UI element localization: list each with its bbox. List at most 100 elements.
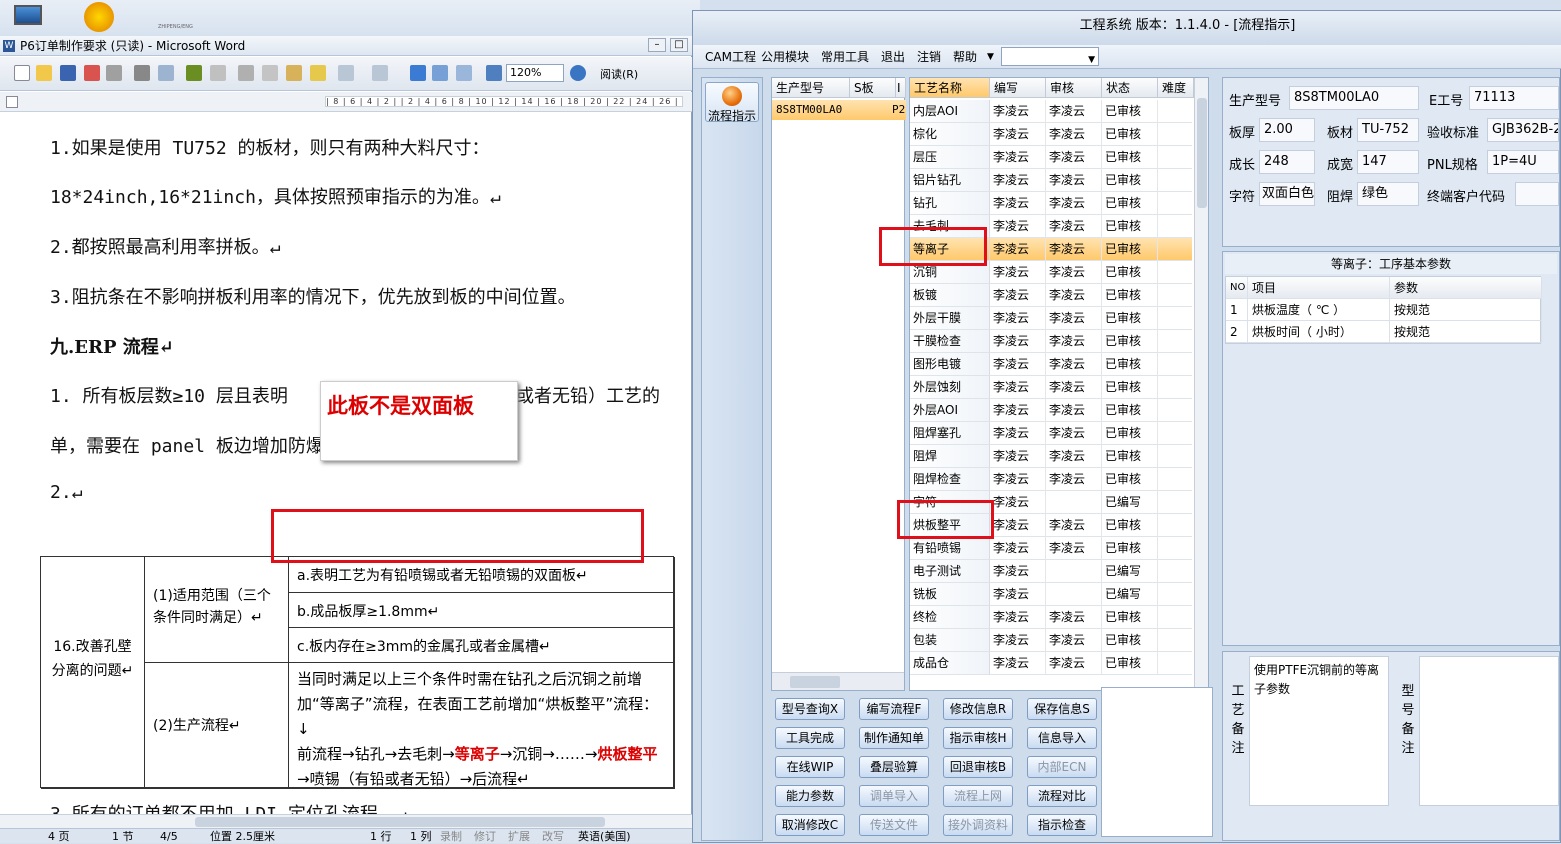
tab-selector[interactable] [6,96,18,108]
open-folder-icon[interactable] [36,65,52,81]
param-col-no[interactable]: NO [1226,277,1248,299]
process-row[interactable]: 外层蚀刻 李凌云 李凌云 已审核 [910,376,1192,399]
field-material[interactable]: TU-752 [1357,118,1419,142]
menu-tools[interactable]: 常用工具 [821,45,869,69]
action-button[interactable]: 保存信息S [1027,698,1097,720]
action-button[interactable]: 工具完成 [775,727,845,749]
scroll-thumb[interactable] [195,817,605,827]
action-button[interactable]: 制作通知单 [859,727,929,749]
insert-table-icon[interactable] [456,65,472,81]
print-icon[interactable] [134,65,150,81]
process-row[interactable]: 板镀 李凌云 李凌云 已审核 [910,284,1192,307]
new-doc-icon[interactable] [14,65,30,81]
action-button[interactable]: 传送文件 [859,814,929,836]
action-button[interactable]: 接外调资料 [943,814,1013,836]
process-row[interactable]: 阻焊塞孔 李凌云 李凌云 已审核 [910,422,1192,445]
field-e-number[interactable]: 71113 [1469,86,1559,110]
col-header-difficulty[interactable]: 难度 [1158,78,1194,98]
minimize-button[interactable]: – [648,38,666,52]
action-button[interactable]: 编写流程F [859,698,929,720]
col-header-writer[interactable]: 编写 [990,78,1046,98]
format-painter-icon[interactable] [310,65,326,81]
product-row[interactable]: 8S8TM00LA0 P2 [772,100,906,120]
scroll-thumb[interactable] [1197,98,1207,208]
menu-help[interactable]: 帮助 [953,45,977,69]
action-button[interactable]: 流程上网 [943,785,1013,807]
permission-icon[interactable] [84,65,100,81]
cut-icon[interactable] [238,65,254,81]
ruler-scale[interactable]: | 8 | 6 | 4 | 2 | | 2 | 4 | 6 | 8 | 10 |… [325,96,683,107]
save-icon[interactable] [60,65,76,81]
process-row[interactable]: 干膜检查 李凌云 李凌云 已审核 [910,330,1192,353]
menu-combo-select[interactable]: ▼ [1001,47,1099,66]
status-extend[interactable]: 扩展 [508,829,530,844]
action-button[interactable]: 在线WIP [775,756,845,778]
chevron-down-icon[interactable]: ▼ [1088,48,1095,72]
status-track[interactable]: 修订 [474,829,496,844]
copy-icon[interactable] [262,65,278,81]
zoom-select[interactable]: 120% [506,64,564,82]
process-row[interactable]: 阻焊 李凌云 李凌云 已审核 [910,445,1192,468]
action-button[interactable]: 指示检查 [1027,814,1097,836]
action-button[interactable]: 流程对比 [1027,785,1097,807]
param-col-item[interactable]: 项目 [1248,277,1390,299]
action-button[interactable]: 内部ECN [1027,756,1097,778]
flow-instruction-button[interactable]: 流程指示 [705,82,759,123]
document-map-icon[interactable] [486,65,502,81]
computer-icon[interactable] [8,2,48,32]
process-row[interactable]: 钻孔 李凌云 李凌云 已审核 [910,192,1192,215]
process-row[interactable]: 终检 李凌云 李凌云 已审核 [910,606,1192,629]
col-header-process[interactable]: 工艺名称 [910,78,990,98]
process-row[interactable]: 棕化 李凌云 李凌云 已审核 [910,123,1192,146]
field-legend[interactable]: 双面白色 [1259,182,1315,206]
process-row[interactable]: 外层AOI 李凌云 李凌云 已审核 [910,399,1192,422]
paste-icon[interactable] [286,65,302,81]
param-row[interactable]: 1 烘板温度（ ℃ ） 按规范 [1226,299,1542,321]
col-header-reviewer[interactable]: 审核 [1046,78,1102,98]
process-row[interactable]: 图形电镀 李凌云 李凌云 已审核 [910,353,1192,376]
col-header-s[interactable]: S板 [850,78,896,98]
action-button[interactable]: 能力参数 [775,785,845,807]
process-row[interactable]: 阻焊检查 李凌云 李凌云 已审核 [910,468,1192,491]
field-solder-mask[interactable]: 绿色 [1357,182,1419,206]
print-preview-icon[interactable] [158,65,174,81]
document-body[interactable]: 1.如果是使用 TU752 的板材，则只有两种大料尺寸： 18*24inch,1… [10,114,690,814]
field-pnl[interactable]: 1P=4U [1487,150,1559,174]
hyperlink-icon[interactable] [410,65,426,81]
undo-icon[interactable] [338,65,354,81]
action-button[interactable]: 型号查询X [775,698,845,720]
status-overtype[interactable]: 改写 [542,829,564,844]
research-icon[interactable] [210,65,226,81]
param-row[interactable]: 2 烘板时间（ 小时） 按规范 [1226,321,1542,343]
process-row[interactable]: 有铅喷锡 李凌云 李凌云 已审核 [910,537,1192,560]
process-row[interactable]: 外层干膜 李凌云 李凌云 已审核 [910,307,1192,330]
help-icon[interactable] [570,65,586,81]
spelling-icon[interactable] [186,65,202,81]
field-model[interactable]: 8S8TM00LA0 [1289,86,1419,110]
process-row[interactable]: 成品仓 李凌云 李凌云 已审核 [910,652,1192,675]
menu-cam[interactable]: CAM工程 [705,45,756,69]
status-record[interactable]: 录制 [440,829,462,844]
param-col-value[interactable]: 参数 [1390,277,1542,299]
col-header-status[interactable]: 状态 [1102,78,1158,98]
field-length[interactable]: 248 [1259,150,1315,174]
action-button[interactable]: 指示审核H [943,727,1013,749]
field-standard[interactable]: GJB362B-2 [1487,118,1559,142]
field-thickness[interactable]: 2.00 [1259,118,1315,142]
chevron-down-icon[interactable]: ▼ [987,45,994,69]
process-note-field[interactable]: 使用PTFE沉铜前的等离子参数 [1249,656,1389,806]
horizontal-scrollbar[interactable] [0,814,692,828]
process-grid-scrollbar[interactable] [1194,78,1208,690]
action-button[interactable]: 信息导入 [1027,727,1097,749]
action-button[interactable]: 回退审核B [943,756,1013,778]
col-header-i[interactable]: I [896,78,906,98]
field-customer-code[interactable] [1515,182,1559,206]
process-row[interactable]: 电子测试 李凌云 已编写 [910,560,1192,583]
model-note-field[interactable] [1419,656,1559,806]
menu-exit[interactable]: 退出 [881,45,905,69]
menu-common-module[interactable]: 公用模块 [761,45,809,69]
action-button[interactable]: 取消修改C [775,814,845,836]
redo-icon[interactable] [372,65,388,81]
field-width[interactable]: 147 [1357,150,1419,174]
email-icon[interactable] [106,65,122,81]
